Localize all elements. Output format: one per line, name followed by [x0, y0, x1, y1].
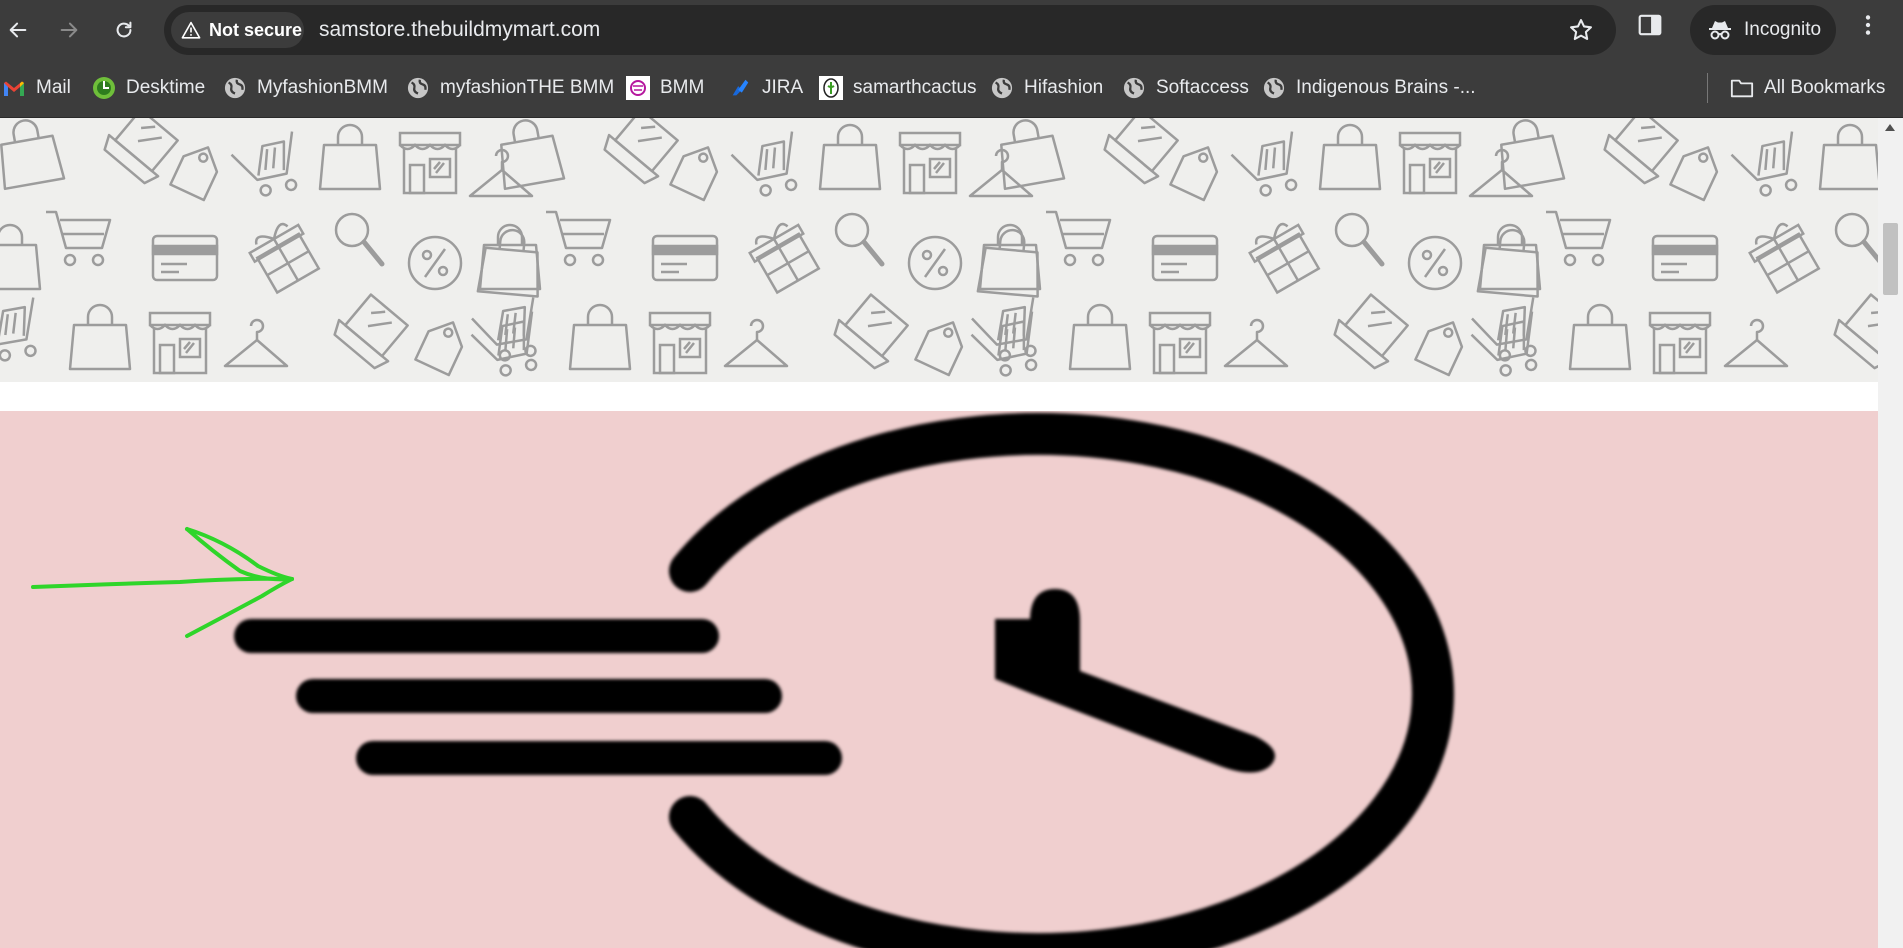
bookmark-myfashionthe-bmm[interactable]: myfashionTHE BMM [406, 73, 614, 103]
all-bookmarks-button[interactable]: All Bookmarks [1730, 73, 1885, 103]
security-label: Not secure [209, 19, 303, 40]
desktime-icon [92, 76, 116, 100]
back-arrow-icon [9, 22, 27, 38]
shopping-pattern-graphic [0, 118, 1878, 382]
bookmark-label: Hifashion [1024, 77, 1104, 98]
globe-icon [406, 76, 430, 100]
bookmark-jira[interactable]: JIRA [728, 73, 803, 103]
address-bar[interactable]: Not secure samstore.thebuildmymart.com [164, 5, 1616, 55]
side-panel-button[interactable] [1637, 12, 1663, 43]
bookmark-label: Desktime [126, 77, 206, 98]
globe-icon [1122, 76, 1146, 100]
jira-icon [728, 76, 752, 100]
page-scrollbar[interactable] [1878, 118, 1903, 948]
all-bookmarks-label: All Bookmarks [1764, 77, 1886, 98]
bookmark-bmm[interactable]: BMM [626, 73, 704, 103]
forward-button[interactable] [51, 12, 87, 48]
gmail-icon [2, 76, 26, 100]
bookmark-label: myfashionTHE BMM [440, 77, 615, 98]
warning-icon [181, 21, 201, 39]
bmm-icon [626, 76, 650, 100]
browser-menu-button[interactable] [1855, 12, 1881, 43]
globe-icon [990, 76, 1014, 100]
cactus-icon [819, 76, 843, 100]
forward-arrow-icon [60, 22, 78, 38]
back-button[interactable] [0, 12, 36, 48]
bookmark-label: Softaccess [1156, 77, 1249, 98]
more-vertical-icon [1865, 15, 1871, 35]
incognito-icon [1708, 19, 1732, 41]
security-indicator[interactable]: Not secure [171, 12, 304, 48]
fast-clock-image [31, 413, 1454, 948]
fast-delivery-banner [0, 411, 1878, 948]
bookmark-star-icon[interactable] [1568, 17, 1594, 48]
side-panel-icon [1638, 14, 1662, 36]
bookmarks-bar: Mail Desktime MyfashionBMM myfashionTHE … [0, 60, 1903, 118]
reload-button[interactable] [106, 12, 142, 48]
bookmark-hifashion[interactable]: Hifashion [990, 73, 1103, 103]
bookmarks-separator [1707, 73, 1708, 103]
url-text[interactable]: samstore.thebuildmymart.com [319, 18, 600, 42]
bookmark-samarthcactus[interactable]: samarthcactus [819, 73, 977, 103]
bookmark-label: samarthcactus [853, 77, 977, 98]
page-content [0, 118, 1878, 948]
incognito-label: Incognito [1744, 19, 1822, 40]
bookmark-desktime[interactable]: Desktime [92, 73, 205, 103]
bookmark-label: Indigenous Brains -... [1296, 77, 1476, 98]
bookmark-label: BMM [660, 77, 705, 98]
bookmark-myfashionbmm[interactable]: MyfashionBMM [223, 73, 388, 103]
stopwatch-speed-icon [234, 413, 1454, 948]
bookmark-indigenous-brains[interactable]: Indigenous Brains -... [1262, 73, 1476, 103]
incognito-profile-button[interactable]: Incognito [1690, 5, 1836, 55]
scrollbar-thumb[interactable] [1883, 223, 1898, 295]
bookmark-label: MyfashionBMM [257, 77, 388, 98]
bookmark-label: Mail [36, 77, 71, 98]
globe-icon [223, 76, 247, 100]
bookmark-mail[interactable]: Mail [2, 73, 71, 103]
bookmark-softaccess[interactable]: Softaccess [1122, 73, 1249, 103]
scroll-up-arrow-icon[interactable] [1885, 124, 1895, 131]
globe-icon [1262, 76, 1286, 100]
bookmark-label: JIRA [762, 77, 804, 98]
folder-icon [1730, 76, 1754, 100]
browser-toolbar: Not secure samstore.thebuildmymart.com I… [0, 0, 1903, 60]
reload-icon [116, 21, 132, 38]
shopping-pattern-banner [0, 118, 1878, 382]
